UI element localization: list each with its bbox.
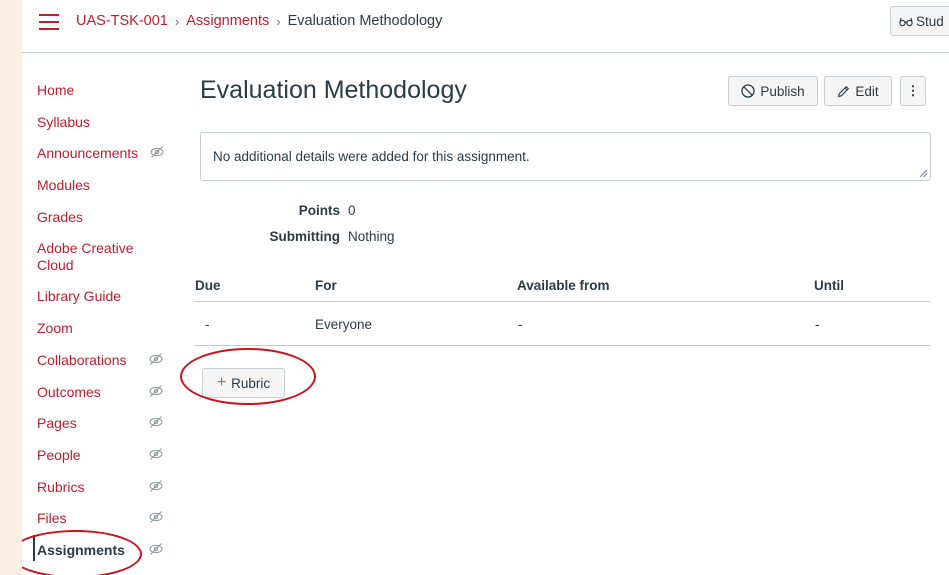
- submitting-value: Nothing: [348, 229, 395, 244]
- description-text: No additional details were added for thi…: [213, 149, 530, 164]
- sidebar-item-syllabus[interactable]: Syllabus: [22, 111, 192, 143]
- hidden-eye-icon: [148, 383, 164, 399]
- pencil-icon: [838, 85, 850, 97]
- glasses-icon: [899, 17, 913, 27]
- rubric-label: Rubric: [231, 375, 271, 391]
- hidden-eye-icon: [148, 414, 164, 430]
- publish-button[interactable]: Publish: [728, 76, 818, 106]
- hidden-eye-icon: [148, 351, 164, 367]
- sidebar-item-pages[interactable]: Pages: [22, 412, 192, 444]
- sidebar-item-label: Grades: [37, 208, 83, 225]
- submitting-label: Submitting: [269, 229, 341, 244]
- sidebar-item-collaborations[interactable]: Collaborations: [22, 349, 192, 381]
- chevron-right-icon: ›: [276, 13, 281, 29]
- hidden-eye-icon: [149, 144, 165, 160]
- student-view-label: Stud: [916, 14, 944, 29]
- sidebar-item-label: Library Guide: [37, 288, 122, 305]
- due-cell: -: [205, 317, 210, 332]
- table-divider: [194, 301, 931, 302]
- column-header-due: Due: [195, 278, 221, 293]
- until-cell: -: [815, 317, 820, 332]
- breadcrumb-current: Evaluation Methodology: [287, 13, 443, 29]
- hidden-eye-icon: [148, 446, 164, 462]
- kebab-menu-icon: ⋮: [906, 83, 920, 98]
- hidden-eye-icon: [148, 509, 164, 525]
- hidden-eye-icon: [148, 478, 164, 494]
- edit-button[interactable]: Edit: [824, 76, 892, 106]
- sidebar-item-label: Rubrics: [37, 478, 85, 495]
- sidebar-item-label: People: [37, 446, 81, 463]
- edit-label: Edit: [855, 83, 879, 99]
- submitting-row: Submitting Nothing: [200, 229, 395, 244]
- sidebar-item-label: Adobe Creative Cloud: [37, 240, 134, 274]
- table-divider: [194, 345, 931, 346]
- sidebar-item-grades[interactable]: Grades: [22, 206, 192, 238]
- sidebar-item-label: Zoom: [37, 320, 73, 337]
- sidebar-item-modules[interactable]: Modules: [22, 174, 192, 206]
- unpublished-icon: [741, 84, 756, 98]
- sidebar-item-outcomes[interactable]: Outcomes: [22, 381, 192, 413]
- available-from-cell: -: [518, 317, 523, 332]
- student-view-button[interactable]: Stud: [890, 6, 949, 36]
- sidebar-item-label: Modules: [37, 177, 90, 194]
- column-header-available-from: Available from: [517, 278, 610, 293]
- points-row: Points 0: [200, 203, 356, 218]
- sidebar-item-library-guide[interactable]: Library Guide: [22, 285, 192, 317]
- hamburger-menu-icon[interactable]: [39, 14, 59, 30]
- column-header-until: Until: [814, 278, 844, 293]
- assignment-description: No additional details were added for thi…: [200, 132, 931, 181]
- breadcrumb: UAS-TSK-001 › Assignments › Evaluation M…: [76, 13, 442, 29]
- breadcrumb-course-link[interactable]: UAS-TSK-001: [76, 13, 168, 29]
- sidebar-item-label: Outcomes: [37, 383, 101, 400]
- resize-grip-icon[interactable]: [919, 169, 928, 178]
- sidebar-item-label: Files: [37, 510, 67, 527]
- plus-icon: +: [216, 374, 227, 391]
- publish-label: Publish: [760, 83, 805, 99]
- breadcrumb-assignments-link[interactable]: Assignments: [186, 13, 269, 29]
- points-label: Points: [298, 203, 340, 218]
- column-header-for: For: [315, 278, 337, 293]
- sidebar-item-label: Syllabus: [37, 113, 90, 130]
- page: UAS-TSK-001 › Assignments › Evaluation M…: [22, 0, 949, 575]
- sidebar-item-label: Assignments: [37, 541, 125, 558]
- page-title: Evaluation Methodology: [200, 76, 467, 104]
- course-navigation: Home Syllabus Announcements Modules Grades Ad…: [22, 79, 192, 571]
- for-cell: Everyone: [315, 317, 373, 332]
- sidebar-item-label: Collaborations: [37, 351, 127, 368]
- sidebar-item-assignments[interactable]: Assignments: [22, 534, 192, 571]
- top-bar: UAS-TSK-001 › Assignments › Evaluation M…: [22, 0, 949, 53]
- hidden-eye-icon: [148, 541, 164, 557]
- sidebar-item-label: Home: [37, 82, 75, 98]
- sidebar-item-home[interactable]: Home: [22, 79, 192, 111]
- sidebar-item-label: Pages: [37, 415, 77, 432]
- sidebar-item-zoom[interactable]: Zoom: [22, 317, 192, 349]
- sidebar-item-files[interactable]: Files: [22, 507, 192, 539]
- sidebar-item-label: Announcements: [37, 145, 139, 162]
- sidebar-item-people[interactable]: People: [22, 444, 192, 476]
- more-options-button[interactable]: ⋮: [900, 76, 926, 106]
- points-value: 0: [348, 203, 356, 218]
- chevron-right-icon: ›: [174, 13, 180, 29]
- sidebar-item-rubrics[interactable]: Rubrics: [22, 476, 192, 508]
- add-rubric-button[interactable]: + Rubric: [202, 368, 285, 398]
- sidebar-item-announcements[interactable]: Announcements: [22, 142, 192, 174]
- sidebar-item-adobe-creative-cloud[interactable]: Adobe Creative Cloud: [22, 237, 192, 285]
- active-indicator: [33, 534, 35, 561]
